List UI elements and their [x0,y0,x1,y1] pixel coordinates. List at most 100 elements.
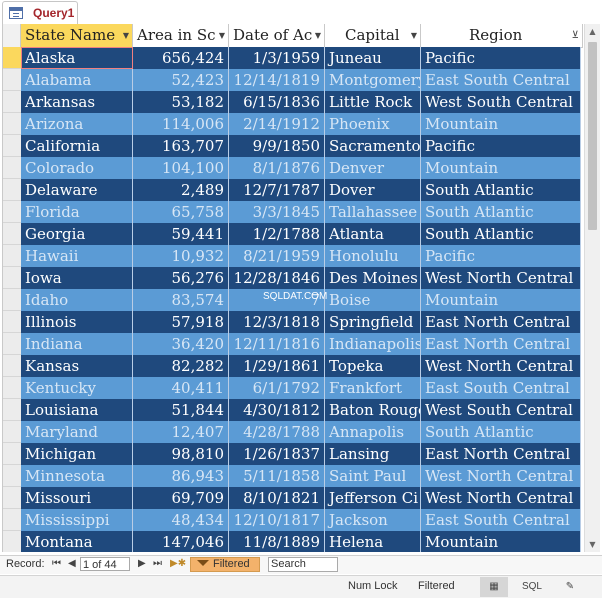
cell-region[interactable]: Pacific [421,47,581,69]
previous-record-icon[interactable]: ◀ [68,558,76,569]
table-row[interactable]: Kansas 82,282 1/29/1861 Topeka West North Ce… [21,355,581,377]
current-record-field[interactable]: 1 of 44 [80,557,130,571]
cell-area[interactable]: 51,844 [133,399,229,421]
column-header-date[interactable]: Date of Ac ▼ [229,24,325,47]
cell-capital[interactable]: Honolulu [325,245,421,267]
cell-date[interactable]: 1/2/1788 [229,223,325,245]
cell-region[interactable]: Mountain [421,113,581,135]
cell-date[interactable]: 1/26/1837 [229,443,325,465]
table-row[interactable]: Illinois 57,918 12/3/1818 Springfield East N… [21,311,581,333]
cell-state[interactable]: Maryland [21,421,133,443]
cell-state[interactable]: Colorado [21,157,133,179]
cell-region[interactable]: South Atlantic [421,201,581,223]
table-row[interactable]: Minnesota 86,943 5/11/1858 Saint Paul West N… [21,465,581,487]
cell-state[interactable]: Missouri [21,487,133,509]
column-header-region[interactable]: Region ⊻ [421,24,583,47]
record-selector[interactable] [3,223,21,245]
new-record-icon[interactable]: ▶✱ [170,558,186,569]
cell-date[interactable]: 8/21/1959 [229,245,325,267]
cell-date[interactable]: 3/3/1845 [229,201,325,223]
search-input[interactable]: Search [268,557,338,572]
cell-region[interactable]: East South Central [421,509,581,531]
cell-region[interactable]: Mountain [421,531,581,552]
table-row[interactable]: Maryland 12,407 4/28/1788 Annapolis South At… [21,421,581,443]
cell-capital[interactable]: Dover [325,179,421,201]
record-selector[interactable] [3,443,21,465]
sort-dropdown-icon[interactable]: ▼ [411,24,417,47]
record-selector[interactable] [3,135,21,157]
cell-area[interactable]: 656,424 [133,47,229,69]
cell-area[interactable]: 147,046 [133,531,229,552]
record-selector[interactable] [3,201,21,223]
cell-state[interactable]: Kansas [21,355,133,377]
cell-date[interactable]: 12/14/1819 [229,69,325,91]
record-selector[interactable] [3,91,21,113]
cell-state[interactable]: Alaska [21,47,133,69]
cell-capital[interactable]: Atlanta [325,223,421,245]
cell-date[interactable]: 12/10/1817 [229,509,325,531]
cell-capital[interactable]: Denver [325,157,421,179]
cell-capital[interactable]: Phoenix [325,113,421,135]
cell-date[interactable]: 8/1/1876 [229,157,325,179]
design-view-icon[interactable]: ✎ [556,577,584,597]
cell-capital[interactable]: Juneau [325,47,421,69]
cell-state[interactable]: Montana [21,531,133,552]
cell-capital[interactable]: Saint Paul [325,465,421,487]
cell-date[interactable]: 12/7/1787 [229,179,325,201]
cell-state[interactable]: Kentucky [21,377,133,399]
cell-date[interactable]: 12/3/1818 [229,311,325,333]
record-selector[interactable] [3,245,21,267]
cell-region[interactable]: East South Central [421,69,581,91]
table-row[interactable]: Arkansas 53,182 6/15/1836 Little Rock West S… [21,91,581,113]
select-all-corner[interactable] [3,24,21,47]
scroll-up-icon[interactable]: ▲ [585,24,600,39]
filter-applied-icon[interactable]: ⊻ [572,24,579,47]
cell-date[interactable]: 8/10/1821 [229,487,325,509]
record-selector[interactable] [3,399,21,421]
record-selector[interactable] [3,179,21,201]
cell-state[interactable]: Mississippi [21,509,133,531]
cell-date[interactable]: 11/8/1889 [229,531,325,552]
cell-area[interactable]: 57,918 [133,311,229,333]
cell-capital[interactable]: Tallahassee [325,201,421,223]
sort-dropdown-icon[interactable]: ▼ [315,24,321,47]
cell-area[interactable]: 59,441 [133,223,229,245]
cell-area[interactable]: 48,434 [133,509,229,531]
cell-state[interactable]: Illinois [21,311,133,333]
table-row[interactable]: Missouri 69,709 8/10/1821 Jefferson Ci West … [21,487,581,509]
query1-tab[interactable]: Query1 [2,1,78,24]
cell-area[interactable]: 82,282 [133,355,229,377]
cell-capital[interactable]: Annapolis [325,421,421,443]
record-selector[interactable] [3,465,21,487]
record-selector[interactable] [3,47,21,69]
cell-state[interactable]: Michigan [21,443,133,465]
cell-region[interactable]: West South Central [421,399,581,421]
cell-capital[interactable]: Montgomery [325,69,421,91]
cell-region[interactable]: West North Central [421,465,581,487]
cell-date[interactable]: 9/9/1850 [229,135,325,157]
sort-dropdown-icon[interactable]: ▼ [123,24,129,47]
cell-capital[interactable]: Indianapolis [325,333,421,355]
column-header-area[interactable]: Area in Sc ▼ [133,24,229,47]
table-row[interactable]: Georgia 59,441 1/2/1788 Atlanta South Atlant… [21,223,581,245]
table-row[interactable]: Iowa 56,276 12/28/1846 Des Moines West North… [21,267,581,289]
table-row[interactable]: Florida 65,758 3/3/1845 Tallahassee South At… [21,201,581,223]
cell-region[interactable]: Pacific [421,135,581,157]
cell-area[interactable]: 114,006 [133,113,229,135]
cell-state[interactable]: Georgia [21,223,133,245]
cell-area[interactable]: 53,182 [133,91,229,113]
cell-capital[interactable]: Des Moines [325,267,421,289]
filter-toggle-button[interactable]: Filtered [190,557,260,572]
cell-region[interactable]: Pacific [421,245,581,267]
cell-region[interactable]: West North Central [421,487,581,509]
cell-capital[interactable]: Springfield [325,311,421,333]
record-selector[interactable] [3,377,21,399]
cell-area[interactable]: 2,489 [133,179,229,201]
cell-capital[interactable]: Topeka [325,355,421,377]
cell-area[interactable]: 40,411 [133,377,229,399]
table-row[interactable]: Michigan 98,810 1/26/1837 Lansing East North… [21,443,581,465]
cell-date[interactable]: 2/14/1912 [229,113,325,135]
cell-date[interactable]: 4/30/1812 [229,399,325,421]
table-row[interactable]: California 163,707 9/9/1850 Sacramento Pacif… [21,135,581,157]
table-row[interactable]: Delaware 2,489 12/7/1787 Dover South Atlanti… [21,179,581,201]
